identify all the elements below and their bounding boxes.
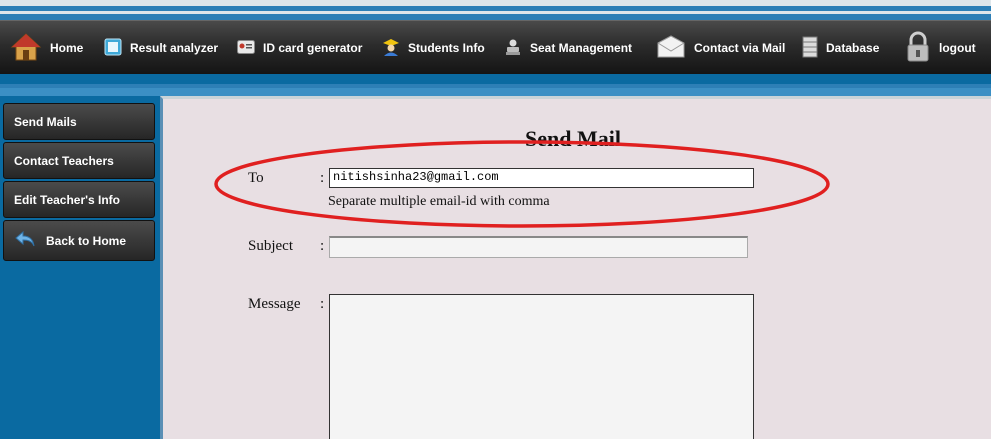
mail-form-panel: Send Mail To : nitishsinha23@gmail.com S… [160,96,991,439]
nav-id-card-generator[interactable]: ID card generator [237,21,362,75]
message-textarea[interactable] [329,294,754,439]
sidebar-item-label: Edit Teacher's Info [14,192,120,207]
result-icon [104,38,122,59]
id-card-icon [237,39,255,57]
nav-database-label: Database [826,41,880,55]
sidebar-item-contact-teachers[interactable]: Contact Teachers [3,142,155,179]
nav-seat-management[interactable]: Seat Management [504,21,632,75]
annotation-oval [214,140,830,228]
sidebar-item-label: Back to Home [46,233,127,248]
nav-result-analyzer-label: Result analyzer [130,41,219,55]
nav-home[interactable]: Home [10,21,83,75]
nav-home-label: Home [50,41,84,55]
nav-seat-management-label: Seat Management [530,41,633,55]
subject-input[interactable] [329,236,748,258]
message-label: Message [248,296,301,312]
nav-underline [0,74,991,84]
nav-students-info[interactable]: Students Info [382,21,485,75]
subject-colon: : [320,238,325,254]
message-colon: : [320,296,325,312]
student-icon [382,38,400,59]
back-arrow-icon [14,230,36,251]
sidebar-item-back-to-home[interactable]: Back to Home [3,220,155,261]
seat-icon [504,38,522,59]
sidebar-item-label: Send Mails [14,114,77,129]
sidebar-item-label: Contact Teachers [14,153,114,168]
nav-students-info-label: Students Info [408,41,485,55]
nav-logout[interactable]: logout [905,21,976,75]
envelope-icon [656,34,686,62]
sidebar-item-send-mails[interactable]: Send Mails [3,103,155,140]
lock-icon [905,31,931,66]
nav-logout-label: logout [939,41,976,55]
subject-label: Subject [248,238,293,254]
nav-database[interactable]: Database [802,21,879,75]
nav-underline [0,88,991,96]
nav-contact-via-mail[interactable]: Contact via Mail [656,21,785,75]
sidebar: Send Mails Contact Teachers Edit Teacher… [0,96,160,439]
house-icon [10,31,42,66]
nav-contact-via-mail-label: Contact via Mail [694,41,786,55]
nav-result-analyzer[interactable]: Result analyzer [104,21,218,75]
main-nav: Home Result analyzer ID card generator S… [0,20,991,74]
nav-id-card-generator-label: ID card generator [263,41,363,55]
sidebar-item-edit-teachers-info[interactable]: Edit Teacher's Info [3,181,155,218]
database-icon [802,36,818,61]
